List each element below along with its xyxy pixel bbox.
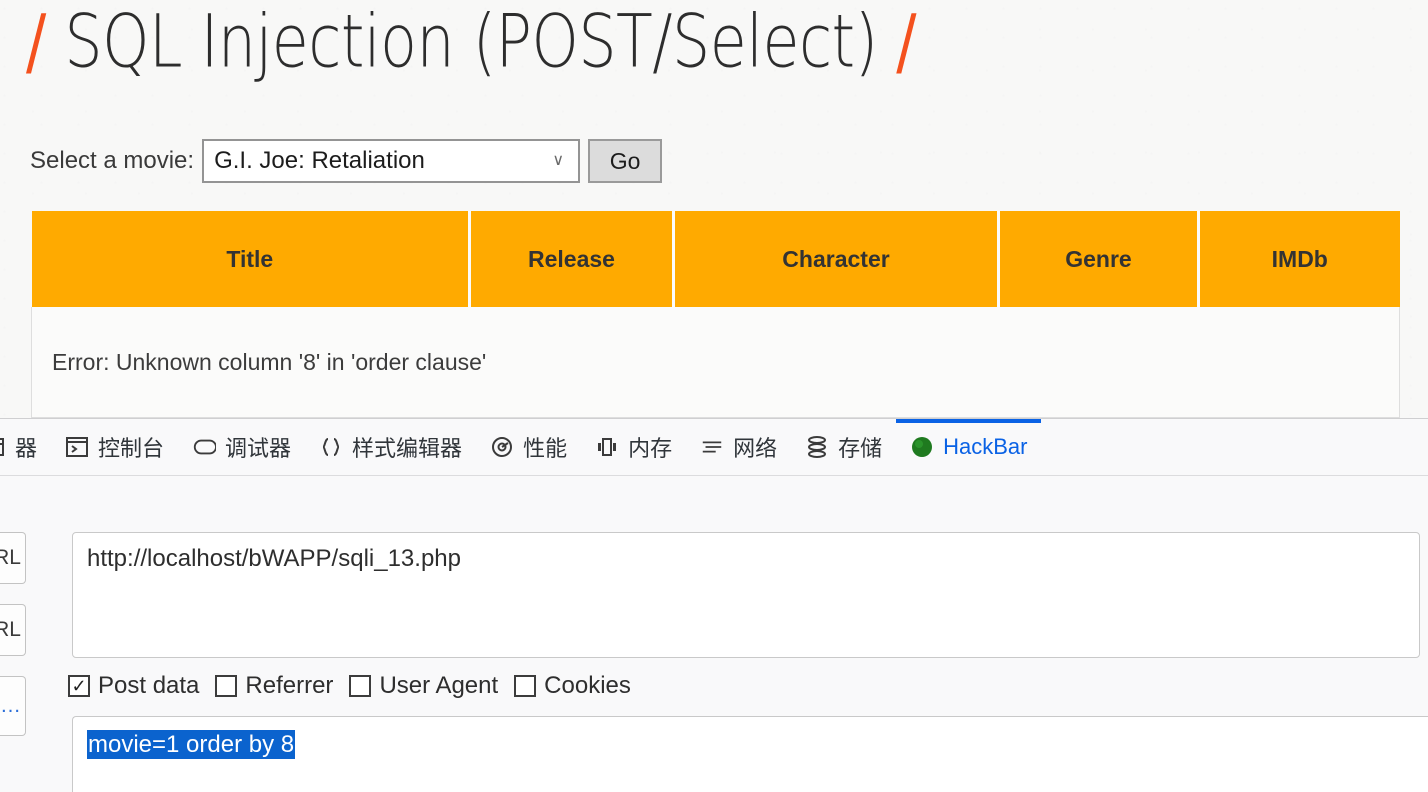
tab-storage-label: 存储 [838, 436, 883, 461]
load-url-button[interactable]: …RL [0, 532, 26, 584]
debugger-icon [192, 435, 217, 459]
tab-performance[interactable]: 性能 [476, 419, 581, 475]
results-table-header-row: Title Release Character Genre IMDb [31, 211, 1400, 307]
url-input[interactable]: http://localhost/bWAPP/sqli_13.php [72, 532, 1420, 658]
tab-inspector[interactable]: 器 [0, 419, 51, 475]
inspector-icon [0, 435, 6, 459]
chevron-down-icon: ∨ [552, 152, 565, 169]
style-editor-icon [319, 435, 343, 459]
checkbox-referrer-box [215, 675, 238, 697]
checkbox-user-agent-box [349, 675, 372, 697]
checkbox-post-data[interactable]: ✓ Post data [68, 672, 199, 700]
movie-select[interactable]: G.I. Joe: Retaliation ∨ [202, 139, 581, 183]
tab-inspector-label: 器 [15, 436, 38, 461]
checkbox-cookies-box [514, 675, 537, 697]
page-title: / SQL Injection (POST/Select) / [26, 0, 917, 85]
column-header-title: Title [31, 211, 471, 307]
checkbox-referrer-label: Referrer [245, 672, 334, 699]
hackbar-body: …RL …RL … http://localhost/bWAPP/sqli_13… [0, 476, 1428, 792]
results-table: Title Release Character Genre IMDb Error… [31, 211, 1400, 418]
table-row: Error: Unknown column '8' in 'order clau… [31, 307, 1400, 418]
checkbox-post-data-box: ✓ [68, 675, 90, 697]
movie-form: Select a movie: G.I. Joe: Retaliation ∨ … [30, 139, 663, 183]
movie-select-value: G.I. Joe: Retaliation [214, 147, 425, 174]
tab-hackbar[interactable]: HackBar [896, 419, 1041, 475]
split-url-button[interactable]: …RL [0, 604, 26, 656]
tab-style-editor[interactable]: 样式编辑器 [305, 419, 476, 475]
tab-style-editor-label: 样式编辑器 [352, 436, 463, 461]
hackbar-options: ✓ Post data Referrer User Agent Cookies [68, 672, 647, 700]
column-header-genre: Genre [998, 211, 1200, 307]
memory-icon [595, 435, 619, 459]
tab-debugger[interactable]: 调试器 [178, 419, 305, 475]
tab-performance-label: 性能 [523, 436, 568, 461]
sql-error-message: Error: Unknown column '8' in 'order clau… [31, 307, 1400, 418]
tab-storage[interactable]: 存储 [791, 419, 896, 475]
column-header-character: Character [673, 211, 1000, 307]
column-header-release: Release [469, 211, 675, 307]
screenshot-root: / SQL Injection (POST/Select) / Select a… [0, 0, 1428, 792]
checkbox-referrer[interactable]: Referrer [215, 672, 333, 700]
performance-icon [490, 435, 514, 459]
tab-memory-label: 内存 [628, 436, 673, 461]
tab-console[interactable]: 控制台 [51, 419, 178, 475]
console-icon [65, 435, 89, 459]
network-icon [700, 435, 724, 459]
storage-icon [805, 435, 829, 459]
tab-console-label: 控制台 [98, 436, 165, 461]
tab-network[interactable]: 网络 [686, 419, 791, 475]
checkbox-user-agent[interactable]: User Agent [349, 672, 498, 700]
post-data-value: movie=1 order by 8 [87, 730, 296, 759]
bwapp-page: / SQL Injection (POST/Select) / Select a… [0, 0, 1428, 418]
checkbox-cookies[interactable]: Cookies [514, 672, 631, 700]
checkbox-user-agent-label: User Agent [379, 672, 499, 699]
select-a-movie-label: Select a movie: [30, 147, 195, 174]
post-data-input[interactable]: movie=1 order by 8 [72, 716, 1428, 792]
execute-button[interactable]: … [0, 676, 26, 736]
tab-hackbar-label: HackBar [943, 434, 1028, 459]
title-slash-left: / [26, 0, 46, 85]
tab-network-label: 网络 [733, 436, 778, 461]
title-text: SQL Injection (POST/Select) [64, 0, 878, 85]
tab-debugger-label: 调试器 [225, 436, 292, 461]
go-button[interactable]: Go [588, 139, 663, 183]
hackbar-icon [910, 435, 934, 459]
title-slash-right: / [896, 0, 917, 85]
column-header-imdb: IMDb [1198, 211, 1400, 307]
devtools-panel: 器 控制台 调试器 样式编辑器 性能 内存 网络 存储 HackBar L L … [0, 418, 1428, 792]
checkbox-post-data-label: Post data [98, 672, 200, 699]
tab-memory[interactable]: 内存 [581, 419, 686, 475]
checkbox-cookies-label: Cookies [544, 672, 631, 699]
devtools-tabbar: 器 控制台 调试器 样式编辑器 性能 内存 网络 存储 HackBar [0, 419, 1428, 476]
